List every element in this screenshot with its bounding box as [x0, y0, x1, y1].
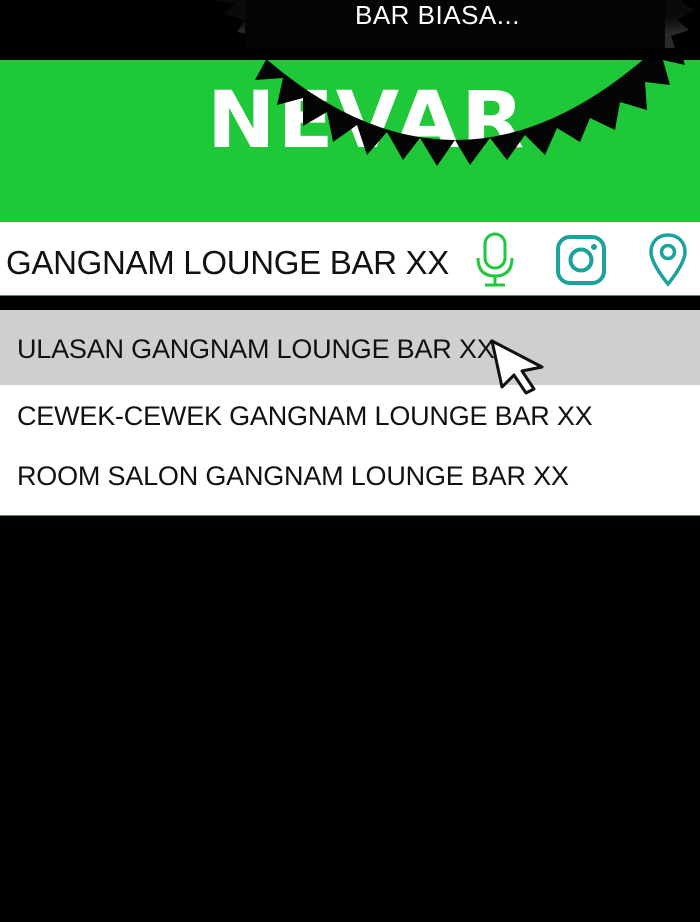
- location-pin-icon[interactable]: [640, 232, 696, 288]
- search-input[interactable]: GANGNAM LOUNGE BAR XX: [6, 244, 449, 282]
- microphone-icon[interactable]: [467, 232, 523, 288]
- search-suggestions: ULASAN GANGNAM LOUNGE BAR XX CEWEK-CEWEK…: [0, 310, 700, 516]
- suggestion-label: CEWEK-CEWEK GANGNAM LOUNGE BAR XX: [17, 401, 593, 431]
- suggestion-label: ROOM SALON GANGNAM LOUNGE BAR XX: [17, 461, 569, 491]
- search-bar[interactable]: GANGNAM LOUNGE BAR XX: [0, 222, 700, 296]
- suggestion-item-reviews[interactable]: ULASAN GANGNAM LOUNGE BAR XX: [0, 310, 700, 385]
- suggestion-item-room-salon[interactable]: ROOM SALON GANGNAM LOUNGE BAR XX: [0, 445, 700, 520]
- suggestion-label: ULASAN GANGNAM LOUNGE BAR XX: [17, 334, 495, 364]
- bubble-text: BAR BIASA...: [355, 0, 520, 30]
- instagram-icon[interactable]: [553, 232, 609, 288]
- mouse-cursor-icon: [490, 339, 544, 395]
